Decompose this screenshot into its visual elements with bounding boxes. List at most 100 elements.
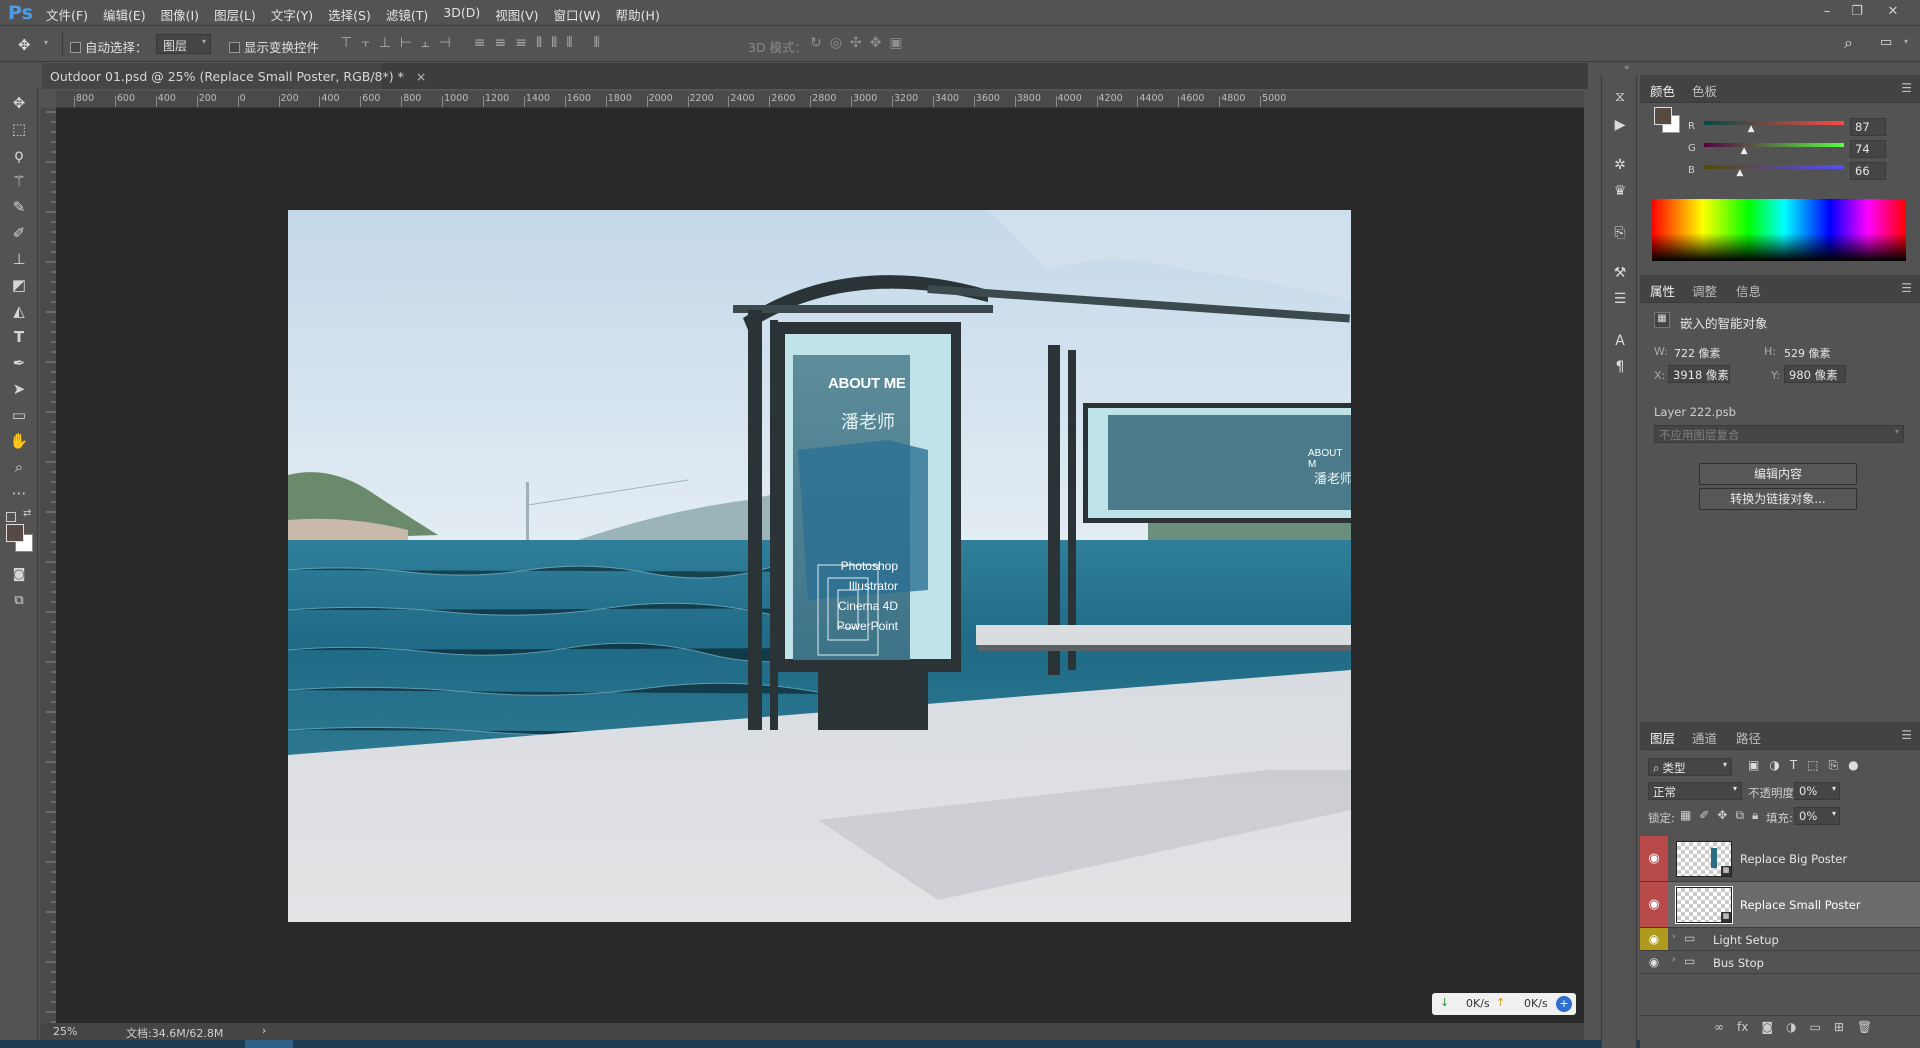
- status-menu-arrow-icon[interactable]: ›: [262, 1024, 266, 1037]
- r-value-field[interactable]: 87: [1850, 118, 1886, 136]
- tab-paths[interactable]: 路径: [1736, 728, 1761, 747]
- search-icon[interactable]: ⌕: [1844, 33, 1853, 53]
- 3d-roll-icon[interactable]: ◎: [830, 35, 842, 51]
- tab-swatches[interactable]: 色板: [1692, 81, 1717, 100]
- menu-layer[interactable]: 图层(L): [214, 5, 256, 24]
- auto-align-icon[interactable]: ⦀: [594, 35, 600, 51]
- layer-name[interactable]: Bus Stop: [1713, 956, 1764, 970]
- edit-contents-button[interactable]: 编辑内容: [1699, 463, 1857, 485]
- move-tool-icon[interactable]: ✥: [8, 92, 30, 114]
- eraser-tool-icon[interactable]: ◩: [8, 274, 30, 296]
- swap-colors-icon[interactable]: ⇄: [23, 508, 31, 519]
- align-right-icon[interactable]: ⊣: [439, 35, 451, 51]
- quick-mask-icon[interactable]: ◙: [8, 564, 30, 586]
- filter-type-icon[interactable]: T: [1790, 758, 1797, 773]
- magic-wand-tool-icon[interactable]: ⚚: [8, 170, 30, 192]
- distribute-vcenter-icon[interactable]: ≡: [495, 35, 507, 51]
- tab-color[interactable]: 颜色: [1650, 81, 1675, 100]
- expand-chevron-icon[interactable]: ›: [1672, 932, 1676, 942]
- visibility-eye-icon[interactable]: ◉: [1640, 951, 1668, 973]
- move-tool-icon[interactable]: ✥: [18, 36, 31, 54]
- b-slider[interactable]: ▲: [1704, 165, 1844, 178]
- menu-help[interactable]: 帮助(H): [616, 5, 660, 24]
- panel-menu-icon[interactable]: ☰: [1901, 728, 1912, 742]
- tool-preset-chevron-icon[interactable]: ▾: [44, 38, 48, 47]
- align-vcenter-icon[interactable]: ⫟: [361, 35, 369, 51]
- w-value[interactable]: 722 像素: [1674, 345, 1721, 361]
- type-tool-icon[interactable]: T: [8, 326, 30, 348]
- panel-menu-icon[interactable]: ☰: [1901, 281, 1912, 295]
- filter-adjustment-icon[interactable]: ◑: [1769, 758, 1779, 773]
- pen-tool-icon[interactable]: ✒: [8, 352, 30, 374]
- clone-source-icon[interactable]: ⎘: [1611, 225, 1629, 243]
- zoom-tool-icon[interactable]: ⌕: [8, 456, 30, 478]
- new-group-icon[interactable]: ▭: [1809, 1020, 1820, 1034]
- layer-filter-dropdown[interactable]: ⌕ 类型 ▾: [1648, 758, 1732, 776]
- rectangle-tool-icon[interactable]: ▭: [8, 404, 30, 426]
- actions-play-icon[interactable]: ▶: [1611, 117, 1629, 135]
- tab-adjustments[interactable]: 调整: [1692, 281, 1717, 300]
- lasso-tool-icon[interactable]: ϙ: [8, 144, 30, 166]
- lock-pixels-icon[interactable]: ✐: [1699, 808, 1709, 823]
- fill-field[interactable]: 0% ▾: [1794, 807, 1840, 825]
- y-value-field[interactable]: 980 像素: [1784, 365, 1846, 383]
- b-value-field[interactable]: 66: [1850, 162, 1886, 180]
- expand-chevron-icon[interactable]: ›: [1672, 955, 1676, 965]
- align-hcenter-icon[interactable]: ⫠: [421, 35, 429, 51]
- document-tab[interactable]: Outdoor 01.psd @ 25% (Replace Small Post…: [42, 63, 426, 89]
- paragraph-icon[interactable]: ¶: [1611, 359, 1629, 377]
- menu-edit[interactable]: 编辑(E): [103, 5, 146, 24]
- g-slider-thumb[interactable]: ▲: [1741, 146, 1748, 156]
- workspace-chevron-icon[interactable]: ▾: [1904, 37, 1908, 46]
- tab-properties[interactable]: 属性: [1650, 281, 1675, 300]
- workspace-icon[interactable]: ▭: [1880, 35, 1892, 50]
- show-transform-option[interactable]: 显示变换控件: [229, 37, 319, 56]
- brush-tool-icon[interactable]: ✐: [8, 222, 30, 244]
- g-slider[interactable]: ▲: [1704, 143, 1844, 156]
- add-icon[interactable]: +: [1556, 996, 1572, 1012]
- stamp-tool-icon[interactable]: ⊥: [8, 248, 30, 270]
- menu-filter[interactable]: 滤镜(T): [386, 5, 428, 24]
- panel-menu-icon[interactable]: ☰: [1901, 81, 1912, 95]
- blend-mode-dropdown[interactable]: 正常 ▾: [1648, 782, 1742, 800]
- 3d-pan-icon[interactable]: ✣: [850, 35, 862, 51]
- foreground-color-swatch[interactable]: [6, 524, 24, 542]
- layer-group-row[interactable]: ◉ › ▭ Bus Stop: [1640, 951, 1920, 974]
- close-tab-icon[interactable]: ×: [416, 69, 426, 84]
- brush-settings-icon[interactable]: ✲: [1611, 157, 1629, 175]
- tab-layers[interactable]: 图层: [1650, 728, 1675, 747]
- filter-toggle-icon[interactable]: ●: [1848, 758, 1858, 773]
- distribute-top-icon[interactable]: ≡: [474, 35, 486, 51]
- distribute-right-icon[interactable]: ⦀: [566, 35, 572, 51]
- path-select-tool-icon[interactable]: ➤: [8, 378, 30, 400]
- auto-select-option[interactable]: 自动选择：: [70, 37, 148, 56]
- collapse-arrows-icon[interactable]: «: [1624, 63, 1630, 73]
- adjustments-sliders-icon[interactable]: ☰: [1611, 291, 1629, 309]
- filter-pixel-icon[interactable]: ▣: [1748, 758, 1759, 773]
- layer-comp-dropdown[interactable]: 不应用图层复合 ▾: [1654, 425, 1904, 443]
- layer-mask-icon[interactable]: ◙: [1761, 1020, 1773, 1034]
- visibility-eye-icon[interactable]: ◉: [1640, 928, 1668, 950]
- r-slider-thumb[interactable]: ▲: [1748, 124, 1755, 134]
- color-spectrum[interactable]: [1652, 199, 1906, 261]
- minimize-icon[interactable]: –: [1816, 2, 1838, 22]
- lock-artboard-icon[interactable]: ⧉: [1735, 808, 1744, 823]
- tool-presets-icon[interactable]: ⚒: [1611, 265, 1629, 283]
- hand-tool-icon[interactable]: ✋: [8, 430, 30, 452]
- tab-info[interactable]: 信息: [1736, 281, 1761, 300]
- delete-layer-icon[interactable]: 🗑︎: [1857, 1020, 1872, 1034]
- 3d-orbit-icon[interactable]: ↻: [810, 35, 822, 51]
- screen-mode-icon[interactable]: ⧉: [8, 590, 30, 612]
- layer-name[interactable]: Replace Big Poster: [1740, 852, 1847, 866]
- paint-bucket-tool-icon[interactable]: ◭: [8, 300, 30, 322]
- layer-style-icon[interactable]: fx: [1737, 1020, 1748, 1034]
- b-slider-thumb[interactable]: ▲: [1736, 168, 1743, 178]
- menu-file[interactable]: 文件(F): [46, 5, 88, 24]
- show-transform-checkbox[interactable]: [229, 42, 240, 53]
- visibility-eye-icon[interactable]: ◉: [1640, 836, 1668, 881]
- menu-view[interactable]: 视图(V): [495, 5, 538, 24]
- r-slider[interactable]: ▲: [1704, 121, 1844, 134]
- distribute-bottom-icon[interactable]: ≡: [515, 35, 527, 51]
- auto-select-checkbox[interactable]: [70, 42, 81, 53]
- default-colors-icon[interactable]: [6, 512, 16, 522]
